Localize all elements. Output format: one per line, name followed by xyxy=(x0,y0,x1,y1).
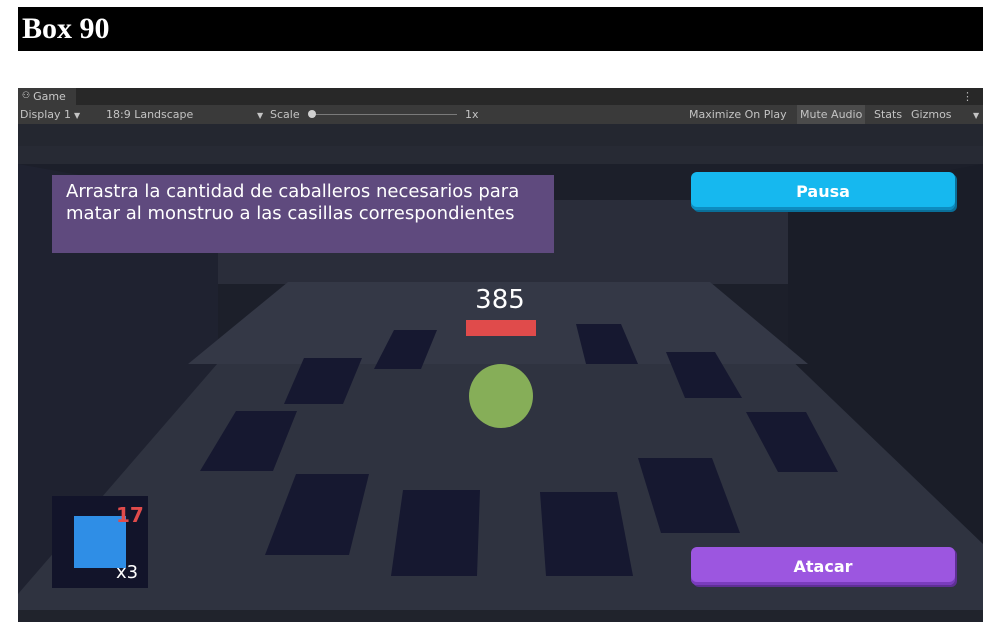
display-dropdown[interactable]: Display 1 ▼ xyxy=(20,105,80,125)
chevron-down-icon: ▼ xyxy=(257,111,264,120)
scale-slider-handle[interactable] xyxy=(308,110,316,118)
maximize-on-play-toggle[interactable]: Maximize On Play xyxy=(689,105,787,124)
pause-button[interactable]: Pausa xyxy=(691,172,955,210)
monster-hp-value: 385 xyxy=(475,285,525,315)
knight-power: 17 xyxy=(116,503,144,527)
gizmos-toggle[interactable]: Gizmos xyxy=(911,105,952,124)
game-toolbar: Display 1 ▼ 18:9 Landscape ▼ Scale 1x Max… xyxy=(18,105,983,124)
tab-game-label: Game xyxy=(33,90,66,103)
page-header: Box 90 xyxy=(18,7,983,51)
unity-game-view: ⚇ Game ⋮ Display 1 ▼ 18:9 Landscape ▼ Sca… xyxy=(18,88,983,622)
display-label: Display 1 xyxy=(20,108,72,121)
slot-tile[interactable] xyxy=(540,492,633,576)
monster-hp-bar xyxy=(466,320,536,336)
stats-toggle[interactable]: Stats xyxy=(874,105,902,124)
aspect-caret[interactable]: ▼ xyxy=(254,105,263,125)
knight-count: x3 xyxy=(116,562,139,583)
scale-slider-track[interactable] xyxy=(309,114,457,115)
knight-inventory-card[interactable]: 17 x3 xyxy=(52,496,148,588)
back-wall-top xyxy=(18,146,983,164)
scale-label: Scale xyxy=(270,108,300,121)
slot-tile[interactable] xyxy=(391,490,480,576)
tab-strip: ⚇ Game ⋮ xyxy=(18,88,983,105)
floor-edge xyxy=(18,610,983,622)
scale-value: 1x xyxy=(465,108,479,121)
chevron-down-icon: ▼ xyxy=(973,111,980,120)
monster xyxy=(469,364,533,428)
aspect-label: 18:9 Landscape xyxy=(106,108,194,121)
tab-game[interactable]: ⚇ Game xyxy=(18,88,76,105)
gizmos-dropdown[interactable]: ▼ xyxy=(970,105,979,125)
page-title: Box 90 xyxy=(22,12,110,45)
more-options-icon[interactable]: ⋮ xyxy=(962,88,973,105)
gamepad-icon: ⚇ xyxy=(22,91,31,101)
instructions-panel: Arrastra la cantidad de caballeros neces… xyxy=(52,175,554,253)
game-viewport: Arrastra la cantidad de caballeros neces… xyxy=(18,124,983,622)
mute-audio-toggle[interactable]: Mute Audio xyxy=(797,105,866,124)
chevron-down-icon: ▼ xyxy=(74,111,81,120)
aspect-dropdown[interactable]: 18:9 Landscape xyxy=(106,105,193,124)
attack-button[interactable]: Atacar xyxy=(691,547,955,585)
